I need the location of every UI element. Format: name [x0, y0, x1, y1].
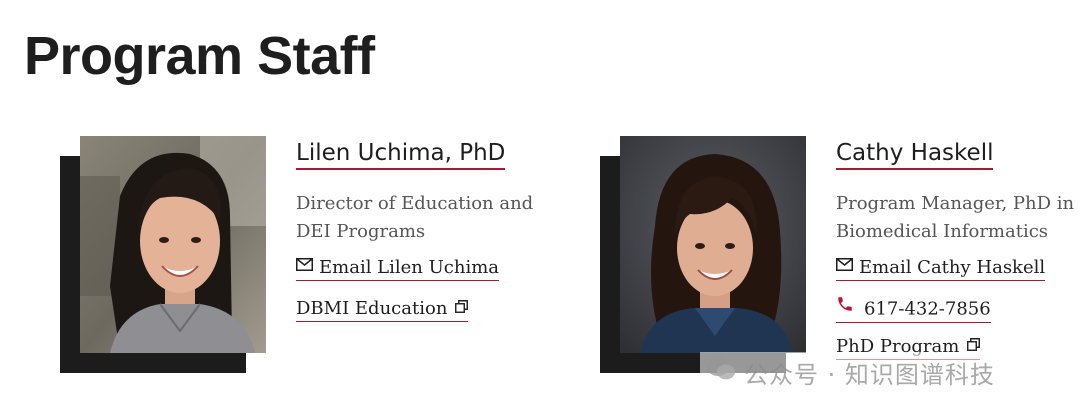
email-link[interactable]: Email Cathy Haskell — [836, 254, 1046, 281]
staff-role-line: Biomedical Informatics — [836, 221, 1049, 242]
staff-photo-frame — [60, 136, 266, 376]
staff-photo-frame — [600, 136, 806, 376]
staff-role: Program Manager, PhD in Biomedical Infor… — [836, 190, 1080, 246]
staff-info: Cathy Haskell Program Manager, PhD in Bi… — [836, 136, 1080, 360]
staff-role-line: Program Manager, PhD in — [836, 193, 1075, 214]
staff-role-line: DEI Programs — [296, 221, 426, 242]
wechat-logo-icon — [706, 357, 736, 387]
envelope-icon — [296, 254, 313, 278]
phone-row: 617-432-7856 — [836, 297, 1080, 323]
watermark-text: 公众号 · 知识图谱科技 — [744, 360, 995, 389]
staff-card-cathy-haskell: Cathy Haskell Program Manager, PhD in Bi… — [600, 136, 1080, 376]
email-link-label: Email Cathy Haskell — [859, 257, 1046, 278]
staff-card-lilen-uchima: Lilen Uchima, PhD Director of Education … — [60, 136, 560, 376]
staff-photo-lilen-uchima — [80, 136, 266, 353]
page: Program Staff Lilen Uchima, PhD Director… — [0, 0, 1080, 413]
staff-role-line: Director of Education and — [296, 193, 534, 214]
email-link[interactable]: Email Lilen Uchima — [296, 254, 500, 281]
staff-name-link[interactable]: Lilen Uchima, PhD — [296, 138, 506, 170]
staff-role: Director of Education and DEI Programs — [296, 190, 546, 246]
phone-icon — [836, 295, 854, 320]
email-row: Email Cathy Haskell — [836, 256, 1080, 281]
dbmi-education-link[interactable]: DBMI Education — [296, 296, 469, 322]
phone-number: 617-432-7856 — [864, 298, 991, 320]
staff-photo-cathy-haskell — [620, 136, 806, 353]
staff-name-link[interactable]: Cathy Haskell — [836, 138, 994, 170]
email-link-label: Email Lilen Uchima — [319, 257, 500, 278]
staff-info: Lilen Uchima, PhD Director of Education … — [296, 136, 546, 322]
watermark: 公众号 · 知识图谱科技 — [700, 352, 1001, 392]
external-link-icon — [455, 296, 469, 320]
external-link-label: DBMI Education — [296, 298, 448, 319]
email-row: Email Lilen Uchima — [296, 256, 546, 281]
page-title: Program Staff — [24, 26, 375, 86]
external-link-row: DBMI Education — [296, 297, 546, 322]
envelope-icon — [836, 254, 853, 278]
phone-link[interactable]: 617-432-7856 — [836, 297, 991, 323]
